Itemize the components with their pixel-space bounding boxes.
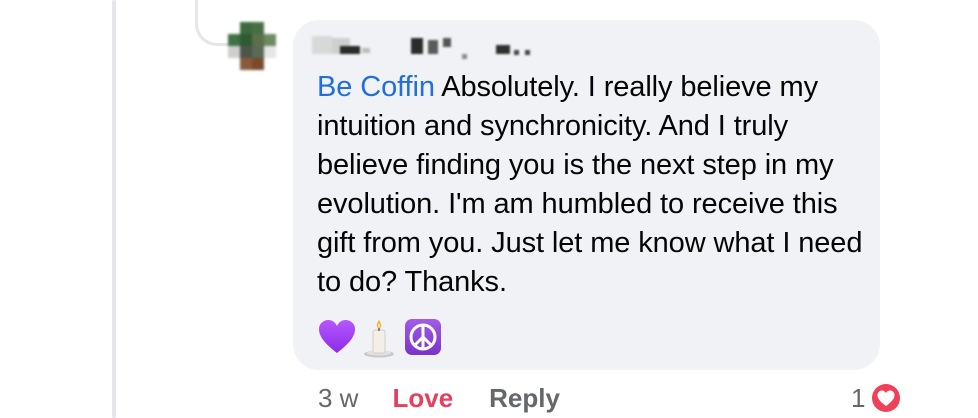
- comment-text: Be Coffin Absolutely. I really believe m…: [317, 68, 865, 302]
- comment-thread: Be Coffin Absolutely. I really believe m…: [0, 0, 978, 418]
- avatar[interactable]: [228, 22, 276, 70]
- comment-actions: 3 w Love Reply: [318, 381, 560, 415]
- reply-connector: [195, 0, 231, 46]
- love-button[interactable]: Love: [392, 383, 453, 414]
- thread-line: [112, 0, 116, 418]
- comment-message: Absolutely. I really believe my intuitio…: [317, 71, 863, 298]
- love-reaction-icon: [870, 382, 903, 414]
- peace-symbol-icon: [405, 319, 441, 355]
- timestamp[interactable]: 3 w: [318, 383, 358, 414]
- reaction-count: 1: [851, 382, 866, 413]
- candle-icon: [364, 320, 394, 358]
- emoji-row: [318, 316, 442, 358]
- reaction-summary[interactable]: 1: [851, 380, 903, 416]
- reply-button[interactable]: Reply: [489, 383, 560, 414]
- mention-link[interactable]: Be Coffin: [317, 71, 435, 103]
- purple-heart-icon: [319, 320, 355, 353]
- author-name-redacted[interactable]: [310, 30, 540, 60]
